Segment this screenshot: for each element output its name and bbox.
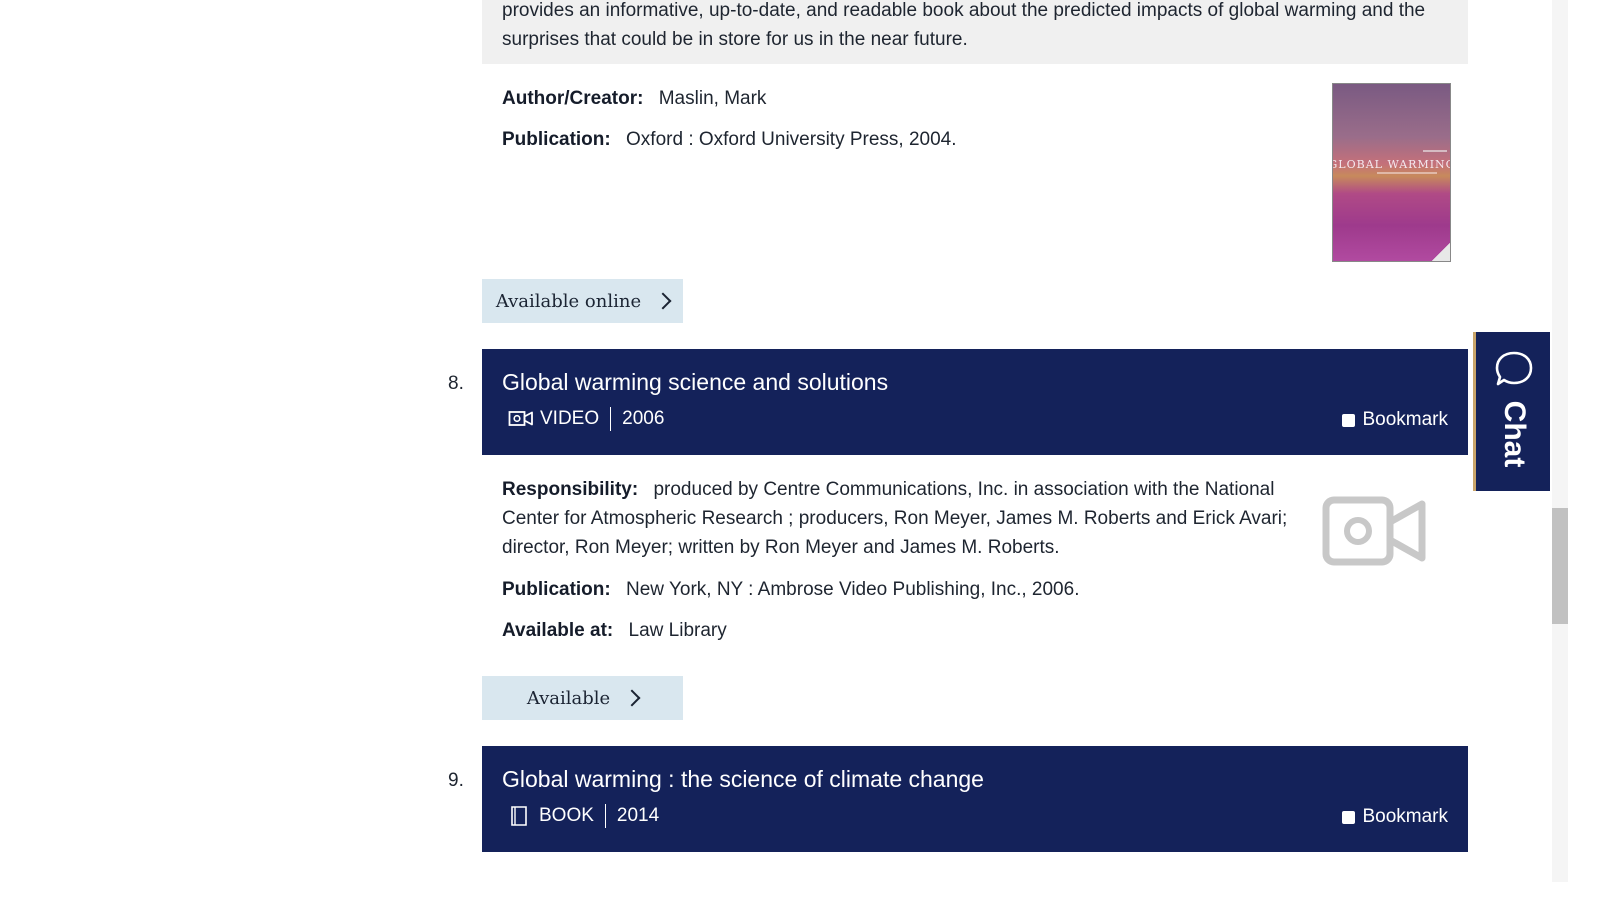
- bookmark-checkbox[interactable]: [1342, 810, 1356, 824]
- publication-field: Publication: Oxford : Oxford University …: [502, 125, 957, 154]
- available-button[interactable]: Available: [482, 676, 683, 720]
- record-header: Global warming science and solutions VID…: [482, 349, 1468, 455]
- bookmark-label: Bookmark: [1362, 806, 1448, 827]
- record-meta: VIDEO 2006: [508, 407, 664, 431]
- publication-label: Publication:: [502, 579, 611, 600]
- format-label: VIDEO: [540, 408, 600, 429]
- book-cover-thumbnail[interactable]: GLOBAL WARMING: [1332, 83, 1451, 262]
- record-header: Global warming : the science of climate …: [482, 746, 1468, 852]
- page-curl: [1430, 241, 1450, 261]
- available-at-label: Available at:: [502, 620, 614, 641]
- publication-value: Oxford : Oxford University Press, 2004.: [626, 129, 957, 150]
- record-title[interactable]: Global warming : the science of climate …: [502, 766, 984, 793]
- chevron-right-icon: [623, 689, 641, 707]
- bookmark-label: Bookmark: [1362, 409, 1448, 430]
- responsibility-field: Responsibility: produced by Centre Commu…: [502, 475, 1312, 562]
- available-label: Available: [526, 687, 611, 709]
- cover-title: GLOBAL WARMING: [1332, 158, 1451, 171]
- book-icon: [511, 806, 527, 826]
- scrollbar-thumb[interactable]: [1552, 508, 1568, 624]
- chevron-right-icon: [654, 292, 672, 310]
- available-at-value: Law Library: [628, 620, 727, 641]
- author-field: Author/Creator: Maslin, Mark: [502, 84, 766, 113]
- publication-value: New York, NY : Ambrose Video Publishing,…: [626, 579, 1080, 600]
- record-title[interactable]: Global warming science and solutions: [502, 369, 888, 396]
- cover-author-mark: [1423, 150, 1447, 152]
- publication-label: Publication:: [502, 129, 611, 150]
- publication-field: Publication: New York, NY : Ambrose Vide…: [502, 575, 1079, 604]
- vertical-scrollbar[interactable]: [1552, 0, 1568, 882]
- author-label: Author/Creator:: [502, 88, 644, 109]
- year-label: 2006: [622, 408, 665, 429]
- record-summary: provides an informative, up-to-date, and…: [482, 0, 1468, 64]
- record-meta: BOOK 2014: [508, 804, 659, 828]
- video-placeholder-icon[interactable]: [1322, 496, 1428, 566]
- result-number: 8.: [448, 373, 464, 394]
- chat-tab[interactable]: Chat: [1473, 332, 1550, 491]
- window-edge: [0, 882, 1600, 900]
- year-label: 2014: [616, 805, 660, 826]
- window-edge: [1568, 0, 1600, 900]
- summary-text: provides an informative, up-to-date, and…: [502, 0, 1426, 50]
- available-at-field: Available at: Law Library: [502, 616, 727, 645]
- results-page: provides an informative, up-to-date, and…: [0, 0, 1568, 882]
- format-label: BOOK: [539, 805, 594, 826]
- bookmark-toggle[interactable]: Bookmark: [1342, 806, 1448, 828]
- cover-subtitle-mark: [1377, 172, 1437, 174]
- available-online-label: Available online: [495, 290, 642, 312]
- author-value[interactable]: Maslin, Mark: [659, 88, 767, 109]
- meta-divider: [604, 804, 606, 828]
- chat-label: Chat: [1498, 400, 1531, 468]
- responsibility-label: Responsibility:: [502, 479, 639, 500]
- video-camera-icon: [508, 411, 533, 426]
- bookmark-checkbox[interactable]: [1342, 413, 1356, 427]
- bookmark-toggle[interactable]: Bookmark: [1342, 409, 1448, 431]
- meta-divider: [610, 407, 612, 431]
- chat-bubble-icon: [1495, 351, 1533, 386]
- available-online-button[interactable]: Available online: [482, 279, 683, 323]
- result-number: 9.: [448, 770, 464, 791]
